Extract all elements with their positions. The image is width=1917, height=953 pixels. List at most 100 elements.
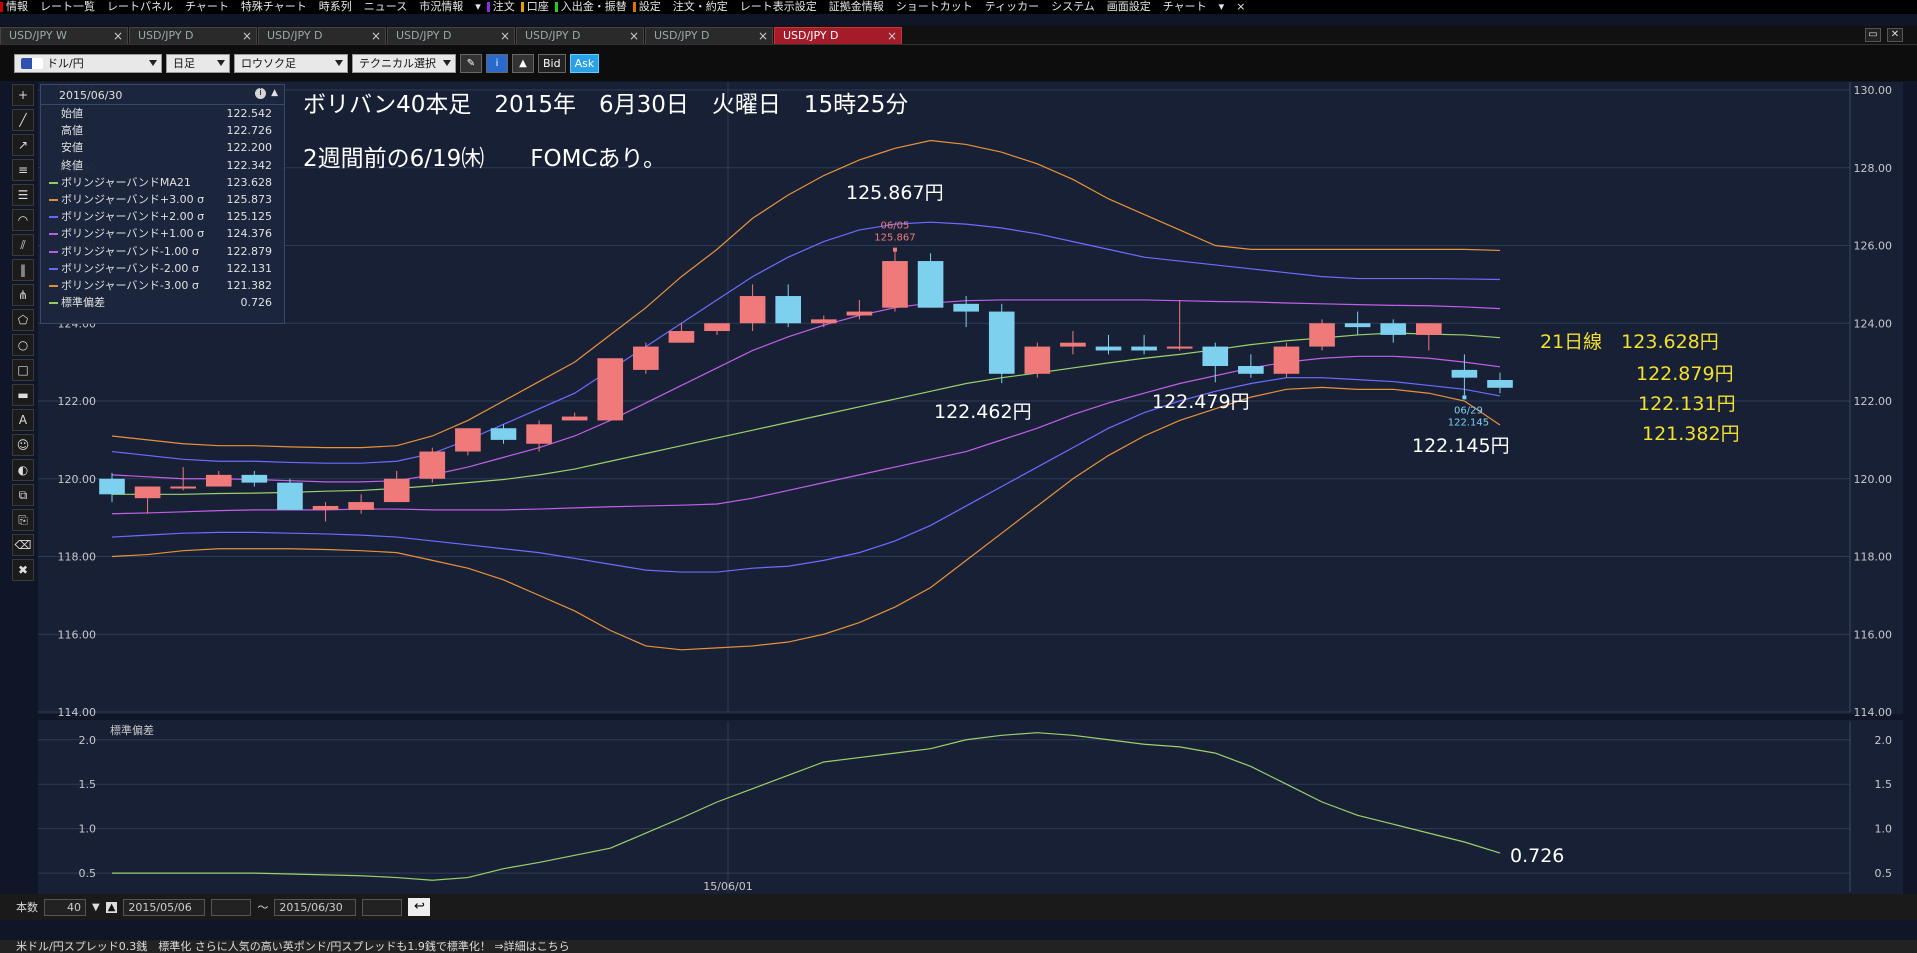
technical-select[interactable]: テクニカル選択 <box>352 53 456 73</box>
menu-item[interactable]: 設定 <box>632 0 667 14</box>
close-window-button[interactable]: ✕ <box>1887 28 1903 42</box>
cycle-tool-icon[interactable]: ‖ <box>12 259 34 281</box>
ask-button[interactable]: Ask <box>569 53 600 73</box>
annotation-minus1: 122.879円 <box>1636 363 1734 385</box>
arc-tool-icon[interactable]: ◠ <box>12 209 34 231</box>
ray-tool-icon[interactable]: ↗ <box>12 134 34 156</box>
bars-stepper-up[interactable]: ▲ <box>105 901 118 913</box>
period-select[interactable]: 日足 <box>166 53 230 73</box>
menu-item[interactable]: 口座 <box>520 0 555 14</box>
row-label-text: 始値 <box>61 107 83 120</box>
close-tab-icon[interactable]: × <box>887 29 897 43</box>
close-tab-icon[interactable]: × <box>758 29 768 43</box>
tab-chart[interactable]: USD/JPY W × <box>0 27 128 44</box>
close-tab-icon[interactable]: × <box>113 29 123 43</box>
paste-icon[interactable]: ⎘ <box>12 509 34 531</box>
menu-item[interactable]: システム <box>1045 0 1101 14</box>
y-tick-label-left: 122.00 <box>58 395 97 408</box>
row-label-text: ボリンジャーバンド-1.00 σ <box>61 244 199 258</box>
candle-body <box>561 416 588 421</box>
candle-body <box>1451 369 1478 378</box>
candle-body <box>846 311 873 316</box>
hline-tool-icon[interactable]: ≡ <box>12 159 34 181</box>
channel-tool-icon[interactable]: ☰ <box>12 184 34 206</box>
menu-item[interactable]: ▾ <box>1213 0 1231 14</box>
stamp-icon[interactable]: ☺ <box>12 434 34 456</box>
restore-window-button[interactable]: ▭ <box>1865 28 1881 42</box>
erase-all-icon[interactable]: ✖ <box>12 559 34 581</box>
divider-icon[interactable]: ▬ <box>12 384 34 406</box>
text-tool-icon[interactable]: A <box>12 409 34 431</box>
data-window: 2015/06/30 i ▲ 始値 122.542 高値 122.726 安値 122.2… <box>40 84 285 324</box>
news-ticker[interactable]: 米ドル/円スプレッド0.3銭 標準化 さらに人気の高い英ポンド/円スプレッドも1… <box>0 940 1917 953</box>
fan-tool-icon[interactable]: ⫽ <box>12 234 34 256</box>
tab-chart[interactable]: USD/JPY D × <box>129 27 257 44</box>
bid-button[interactable]: Bid <box>538 53 566 73</box>
tab-chart[interactable]: USD/JPY D × <box>258 27 386 44</box>
close-tab-icon[interactable]: × <box>629 29 639 43</box>
candle-body <box>1380 323 1407 335</box>
menu-item[interactable]: チャート <box>1157 0 1213 14</box>
tab-chart[interactable]: USD/JPY D × <box>387 27 515 44</box>
menu-item[interactable]: 市況情報 <box>413 0 469 14</box>
pitchfork-icon[interactable]: ⋔ <box>12 284 34 306</box>
menu-item[interactable]: ショートカット <box>890 0 979 14</box>
data-window-label: ボリンジャーバンド+2.00 σ <box>49 208 204 225</box>
data-window-row: ボリンジャーバンド-2.00 σ 122.131 <box>41 260 284 277</box>
menu-item[interactable]: レート一覧 <box>34 0 101 14</box>
from-time-input[interactable] <box>211 898 252 916</box>
menu-item[interactable]: 入出金・振替 <box>554 0 633 14</box>
menu-item[interactable]: 情報 <box>0 0 34 14</box>
data-window-row: 高値 122.726 <box>41 122 284 139</box>
menu-item[interactable]: × <box>1230 0 1251 14</box>
menu-item[interactable]: ニュース <box>358 0 413 14</box>
menu-item[interactable]: 証拠金情報 <box>823 0 890 14</box>
candle-body <box>455 428 481 452</box>
menu-item[interactable]: 特殊チャート <box>235 0 313 14</box>
series-swatch <box>49 267 58 270</box>
close-tab-icon[interactable]: × <box>371 29 381 43</box>
info-button[interactable]: i <box>486 53 508 73</box>
menu-item[interactable]: レート表示設定 <box>734 0 823 14</box>
chart-type-select[interactable]: ロウソク足 <box>234 53 348 73</box>
to-time-input[interactable] <box>362 898 403 916</box>
data-window-row: ボリンジャーバンド+1.00 σ 124.376 <box>41 225 284 242</box>
close-tab-icon[interactable]: × <box>500 29 510 43</box>
pentagon-icon[interactable]: ⬠ <box>12 309 34 331</box>
collapse-icon[interactable]: ▲ <box>271 88 278 98</box>
tab-label: USD/JPY D <box>783 29 839 42</box>
tab-chart[interactable]: USD/JPY D × <box>774 27 902 44</box>
menu-item[interactable]: ▾ <box>469 0 487 14</box>
menu-item[interactable]: ティッカー <box>979 0 1045 14</box>
rectangle-icon[interactable]: □ <box>12 359 34 381</box>
menu-item[interactable]: 画面設定 <box>1101 0 1157 14</box>
properties-icon[interactable]: ◐ <box>12 459 34 481</box>
crosshair-icon[interactable]: + <box>12 84 34 106</box>
data-window-value: 124.376 <box>226 227 273 241</box>
menu-item[interactable]: 注文・約定 <box>667 0 734 14</box>
chevron-down-icon <box>217 59 225 66</box>
draw-pen-button[interactable]: ✎ <box>460 53 482 73</box>
from-date-input[interactable]: 2015/05/06 <box>123 898 206 916</box>
to-date-input[interactable]: 2015/06/30 <box>274 898 357 916</box>
bars-input[interactable]: 40 <box>44 898 86 916</box>
circle-icon[interactable]: ○ <box>12 334 34 356</box>
tab-chart[interactable]: USD/JPY D × <box>645 27 773 44</box>
annotation-low1: 122.462円 <box>934 401 1032 423</box>
eraser-icon[interactable]: ⌫ <box>12 534 34 556</box>
info-icon[interactable]: i <box>255 88 266 99</box>
chart-area[interactable]: 130.00130.00128.00128.00126.00126.00124.… <box>38 82 1903 894</box>
bars-stepper-down[interactable]: ▼ <box>92 902 100 913</box>
refresh-button[interactable]: ↩ <box>408 898 431 916</box>
pair-select[interactable]: ドル/円 <box>14 53 162 73</box>
menu-item[interactable]: 注文 <box>486 0 521 14</box>
menu-item[interactable]: チャート <box>179 0 235 14</box>
close-tab-icon[interactable]: × <box>242 29 252 43</box>
copy-icon[interactable]: ⧉ <box>12 484 34 506</box>
line-tool-icon[interactable]: ╱ <box>12 109 34 131</box>
menu-item[interactable]: レートパネル <box>101 0 179 14</box>
tab-chart[interactable]: USD/JPY D × <box>516 27 644 44</box>
menu-item[interactable]: 時系列 <box>313 0 358 14</box>
mountain-chart-button[interactable]: ▲ <box>512 53 534 73</box>
price-chart[interactable]: 130.00130.00128.00128.00126.00126.00124.… <box>38 82 1903 894</box>
